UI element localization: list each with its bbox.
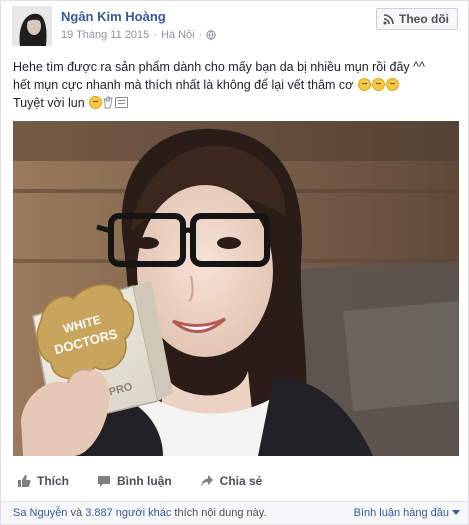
comment-label: Bình luận xyxy=(117,474,172,488)
post-photo[interactable]: WHITE DOCTORS ACNE PRO xyxy=(13,121,459,456)
rss-icon xyxy=(383,13,394,25)
comment-sort-label: Bình luận hàng đầu xyxy=(353,507,449,519)
post-caption: Hehe tìm được ra sản phẩm dành cho mấy b… xyxy=(13,58,458,112)
relieved-face-emoji-icon xyxy=(357,78,371,91)
meta-separator-2: · xyxy=(198,29,203,41)
like-label: Thích xyxy=(37,474,69,488)
likes-conjunction: và xyxy=(70,507,83,519)
relieved-face-emoji-icon xyxy=(371,78,385,91)
post-date-link[interactable]: 19 Tháng 11 2015 xyxy=(61,29,149,41)
globe-icon[interactable] xyxy=(206,30,216,40)
author-name-link[interactable]: Ngân Kim Hoàng xyxy=(61,9,166,24)
author-avatar[interactable] xyxy=(12,6,52,46)
like-icon xyxy=(18,475,31,487)
caret-down-icon xyxy=(452,510,460,515)
comment-icon xyxy=(98,476,110,487)
post-meta: 19 Tháng 11 2015 · Hà Nội · xyxy=(61,29,216,41)
reactions-footer: Sa Nguyễn và 3.887 người khác thích nội … xyxy=(1,501,468,524)
meta-separator: · xyxy=(153,29,157,41)
post-header: Ngân Kim Hoàng 19 Tháng 11 2015 · Hà Nội… xyxy=(1,1,468,49)
caption-line-1: Hehe tìm được ra sản phẩm dành cho mấy b… xyxy=(13,60,425,74)
share-icon xyxy=(200,475,213,487)
share-label: Chia sẻ xyxy=(219,474,263,488)
liker-name-link[interactable]: Sa Nguyễn xyxy=(13,507,67,519)
like-button[interactable]: Thích xyxy=(17,474,69,488)
caption-line-2: hết mụn cực nhanh mà thích nhất là không… xyxy=(13,76,458,94)
comment-button[interactable]: Bình luận xyxy=(97,474,172,488)
feed-post: Ngân Kim Hoàng 19 Tháng 11 2015 · Hà Nội… xyxy=(0,0,469,525)
follow-label: Theo dõi xyxy=(399,12,449,26)
caption-line-2-text: hết mụn cực nhanh mà thích nhất là không… xyxy=(13,78,354,92)
others-count-link[interactable]: 3.887 người khác xyxy=(85,507,171,519)
caption-line-3: Tuyệt vời lun xyxy=(13,94,458,112)
comment-sort-dropdown[interactable]: Bình luận hàng đầu xyxy=(354,507,460,519)
hand-gesture-emoji-icon xyxy=(103,96,113,109)
caption-line-3-text: Tuyệt vời lun xyxy=(13,96,85,110)
relieved-face-emoji-icon xyxy=(385,78,399,91)
post-location-link[interactable]: Hà Nội xyxy=(161,29,195,41)
message-emoji-icon xyxy=(115,97,129,108)
post-actions: Thích Bình luận Chia sẻ xyxy=(13,467,459,495)
follow-button[interactable]: Theo dõi xyxy=(376,8,458,30)
relieved-face-emoji-icon xyxy=(89,96,103,109)
share-button[interactable]: Chia sẻ xyxy=(200,474,263,488)
likes-summary: Sa Nguyễn và 3.887 người khác thích nội … xyxy=(13,507,267,519)
likes-suffix: thích nội dung này. xyxy=(174,507,267,519)
